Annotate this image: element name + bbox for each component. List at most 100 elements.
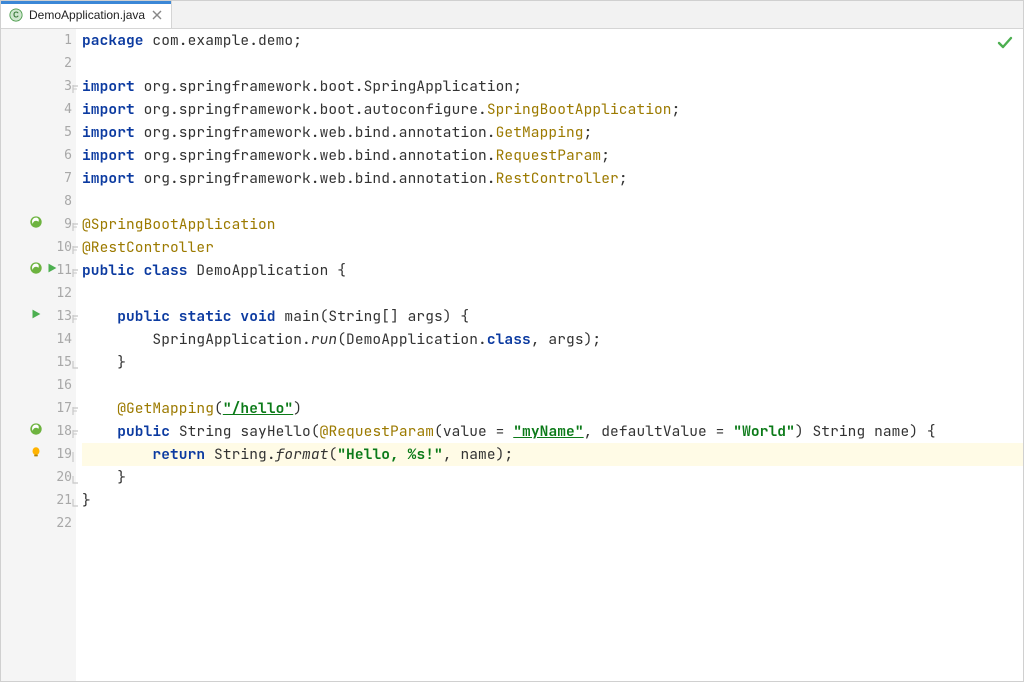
code-line[interactable] bbox=[82, 282, 1023, 305]
code-token: @RestController bbox=[82, 238, 214, 257]
gutter-line[interactable]: 1 bbox=[1, 29, 76, 52]
code-line[interactable]: public static void main(String[] args) { bbox=[82, 305, 1023, 328]
code-token: "myName" bbox=[513, 422, 583, 441]
gutter-line[interactable]: 2 bbox=[1, 52, 76, 75]
code-line[interactable] bbox=[82, 190, 1023, 213]
code-token: GetMapping bbox=[496, 123, 584, 142]
code-line[interactable]: public class DemoApplication { bbox=[82, 259, 1023, 282]
code-editor[interactable]: 12345678910111213141516171819202122 pack… bbox=[1, 29, 1023, 681]
gutter-line[interactable]: 13 bbox=[1, 305, 76, 328]
code-token: DemoApplication { bbox=[196, 261, 346, 280]
gutter-line[interactable]: 14 bbox=[1, 328, 76, 351]
code-token: @SpringBootApplication bbox=[82, 215, 276, 234]
gutter-line[interactable]: 4 bbox=[1, 98, 76, 121]
gutter-line[interactable]: 8 bbox=[1, 190, 76, 213]
code-line[interactable]: import org.springframework.web.bind.anno… bbox=[82, 121, 1023, 144]
code-token: String. bbox=[214, 445, 276, 464]
code-line[interactable]: @RestController bbox=[82, 236, 1023, 259]
code-token: (DemoApplication. bbox=[337, 330, 487, 349]
svg-text:C: C bbox=[13, 10, 19, 19]
gutter-line[interactable]: 3 bbox=[1, 75, 76, 98]
code-token: SpringBootApplication bbox=[487, 100, 672, 119]
code-line[interactable]: package com.example.demo; bbox=[82, 29, 1023, 52]
code-line[interactable]: @GetMapping("/hello") bbox=[82, 397, 1023, 420]
code-token: org.springframework.boot.SpringApplicati… bbox=[144, 77, 522, 96]
code-token: , args); bbox=[531, 330, 601, 349]
code-token: } bbox=[82, 468, 126, 487]
code-token: public class bbox=[82, 261, 196, 280]
code-token: org.springframework.web.bind.annotation. bbox=[144, 169, 496, 188]
code-token: import bbox=[82, 100, 144, 119]
gutter-line[interactable]: 20 bbox=[1, 466, 76, 489]
code-line[interactable]: } bbox=[82, 466, 1023, 489]
code-area[interactable]: package com.example.demo; import org.spri… bbox=[76, 29, 1023, 681]
tab-label: DemoApplication.java bbox=[29, 8, 145, 22]
code-line[interactable]: } bbox=[82, 489, 1023, 512]
gutter-line[interactable]: 19 bbox=[1, 443, 76, 466]
code-token: main bbox=[284, 307, 319, 326]
code-token: } bbox=[82, 353, 126, 372]
code-token: package bbox=[82, 31, 152, 50]
gutter-line[interactable]: 22 bbox=[1, 512, 76, 535]
code-line[interactable]: public String sayHello(@RequestParam(val… bbox=[82, 420, 1023, 443]
code-token: import bbox=[82, 77, 144, 96]
code-token: org.springframework.web.bind.annotation. bbox=[144, 146, 496, 165]
code-token: import bbox=[82, 146, 144, 165]
code-line[interactable] bbox=[82, 374, 1023, 397]
gutter-line[interactable]: 6 bbox=[1, 144, 76, 167]
gutter-line[interactable]: 21 bbox=[1, 489, 76, 512]
code-line[interactable] bbox=[82, 512, 1023, 535]
code-line[interactable]: import org.springframework.web.bind.anno… bbox=[82, 167, 1023, 190]
code-token: org.springframework.boot.autoconfigure. bbox=[144, 100, 487, 119]
code-token: sayHello bbox=[240, 422, 310, 441]
code-line[interactable]: return String.format("Hello, %s!", name)… bbox=[82, 443, 1023, 466]
gutter-line[interactable]: 11 bbox=[1, 259, 76, 282]
intention-bulb-icon[interactable] bbox=[29, 445, 43, 464]
gutter-line[interactable]: 16 bbox=[1, 374, 76, 397]
code-line[interactable]: import org.springframework.boot.SpringAp… bbox=[82, 75, 1023, 98]
code-token: run bbox=[311, 330, 337, 349]
gutter: 12345678910111213141516171819202122 bbox=[1, 29, 76, 681]
code-token: public static void bbox=[117, 307, 284, 326]
code-token: , name); bbox=[443, 445, 513, 464]
code-line[interactable]: import org.springframework.boot.autoconf… bbox=[82, 98, 1023, 121]
run-triangle-icon[interactable] bbox=[29, 307, 43, 326]
code-token: "World" bbox=[733, 422, 795, 441]
code-line[interactable] bbox=[82, 52, 1023, 75]
code-token: RequestParam bbox=[496, 146, 602, 165]
gutter-line[interactable]: 12 bbox=[1, 282, 76, 305]
spring-bean-icon[interactable] bbox=[29, 261, 43, 280]
code-token: ) bbox=[293, 399, 302, 418]
code-line[interactable]: import org.springframework.web.bind.anno… bbox=[82, 144, 1023, 167]
code-token: @RequestParam bbox=[320, 422, 434, 441]
gutter-line[interactable]: 9 bbox=[1, 213, 76, 236]
code-token: public bbox=[117, 422, 179, 441]
code-line[interactable]: @SpringBootApplication bbox=[82, 213, 1023, 236]
code-token: "/hello" bbox=[223, 399, 293, 418]
spring-bean-icon[interactable] bbox=[29, 422, 43, 441]
code-token: ( bbox=[328, 445, 337, 464]
gutter-line[interactable]: 17 bbox=[1, 397, 76, 420]
code-token: ; bbox=[619, 169, 628, 188]
code-line[interactable]: } bbox=[82, 351, 1023, 374]
gutter-line[interactable]: 10 bbox=[1, 236, 76, 259]
code-token: ; bbox=[601, 146, 610, 165]
run-triangle-icon[interactable] bbox=[45, 261, 59, 280]
tab-close-button[interactable] bbox=[151, 9, 163, 21]
code-token: , defaultValue = bbox=[584, 422, 734, 441]
gutter-line[interactable]: 7 bbox=[1, 167, 76, 190]
spring-bean-icon[interactable] bbox=[29, 215, 43, 234]
gutter-line[interactable]: 5 bbox=[1, 121, 76, 144]
tab-demoapplication[interactable]: C DemoApplication.java bbox=[1, 1, 172, 28]
code-token bbox=[82, 422, 117, 441]
code-token: ; bbox=[672, 100, 681, 119]
code-token bbox=[82, 307, 117, 326]
gutter-line[interactable]: 15 bbox=[1, 351, 76, 374]
gutter-line[interactable]: 18 bbox=[1, 420, 76, 443]
code-token: ( bbox=[311, 422, 320, 441]
code-token: ) String name) { bbox=[795, 422, 936, 441]
code-token: @GetMapping bbox=[117, 399, 214, 418]
code-token: (String[] args) { bbox=[320, 307, 470, 326]
code-token bbox=[82, 399, 117, 418]
code-line[interactable]: SpringApplication.run(DemoApplication.cl… bbox=[82, 328, 1023, 351]
